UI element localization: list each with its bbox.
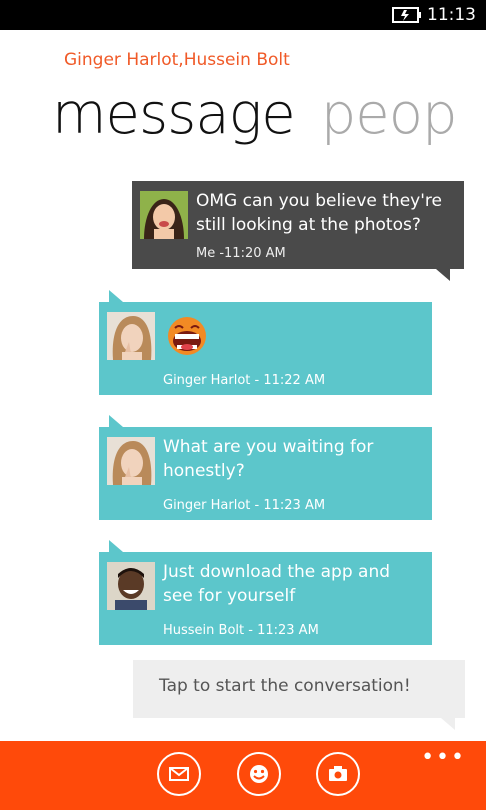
avatar-me xyxy=(140,191,188,239)
status-time: 11:13 xyxy=(427,5,476,25)
pivot-header: message peop xyxy=(52,82,458,147)
message-bubble-incoming[interactable]: What are you waiting for honestly? Ginge… xyxy=(99,415,432,520)
compose-message-input[interactable]: Tap to start the conversation! xyxy=(133,660,465,730)
battery-charging-icon xyxy=(392,7,421,23)
attach-photo-button[interactable] xyxy=(316,752,360,796)
send-mail-button[interactable] xyxy=(157,752,201,796)
bubble-tail xyxy=(109,415,123,427)
message-bubble-incoming[interactable]: Just download the app and see for yourse… xyxy=(99,540,432,645)
smiley-icon xyxy=(250,765,268,783)
status-bar: 11:13 xyxy=(0,0,486,30)
compose-placeholder: Tap to start the conversation! xyxy=(159,676,411,696)
conversation-participants[interactable]: Ginger Harlot,Hussein Bolt xyxy=(64,50,290,70)
message-meta: Ginger Harlot - 11:22 AM xyxy=(163,373,326,388)
bubble-tail xyxy=(109,290,123,302)
message-meta: Hussein Bolt - 11:23 AM xyxy=(163,623,319,638)
pivot-item-people[interactable]: peop xyxy=(321,82,458,147)
avatar-ginger-harlot xyxy=(107,312,155,360)
bubble-tail xyxy=(441,718,455,730)
message-bubble-incoming[interactable]: Ginger Harlot - 11:22 AM xyxy=(99,290,432,395)
app-bar: ••• xyxy=(0,741,486,810)
more-options-button[interactable]: ••• xyxy=(421,745,466,770)
message-meta: Ginger Harlot - 11:23 AM xyxy=(163,498,326,513)
avatar-ginger-harlot xyxy=(107,437,155,485)
mail-icon xyxy=(169,767,189,781)
message-meta: Me -11:20 AM xyxy=(196,246,286,261)
bubble-tail xyxy=(436,269,450,281)
emoticon-button[interactable] xyxy=(237,752,281,796)
message-bubble-outgoing[interactable]: OMG can you believe they're still lookin… xyxy=(132,181,464,281)
message-text: Just download the app and see for yourse… xyxy=(163,562,391,606)
pivot-item-message[interactable]: message xyxy=(52,82,296,147)
avatar-hussein-bolt xyxy=(107,562,155,610)
message-text: OMG can you believe they're still lookin… xyxy=(196,191,442,235)
message-text: What are you waiting for honestly? xyxy=(163,437,374,481)
camera-icon xyxy=(329,766,347,781)
laughing-emoticon-icon xyxy=(167,316,207,356)
bubble-tail xyxy=(109,540,123,552)
